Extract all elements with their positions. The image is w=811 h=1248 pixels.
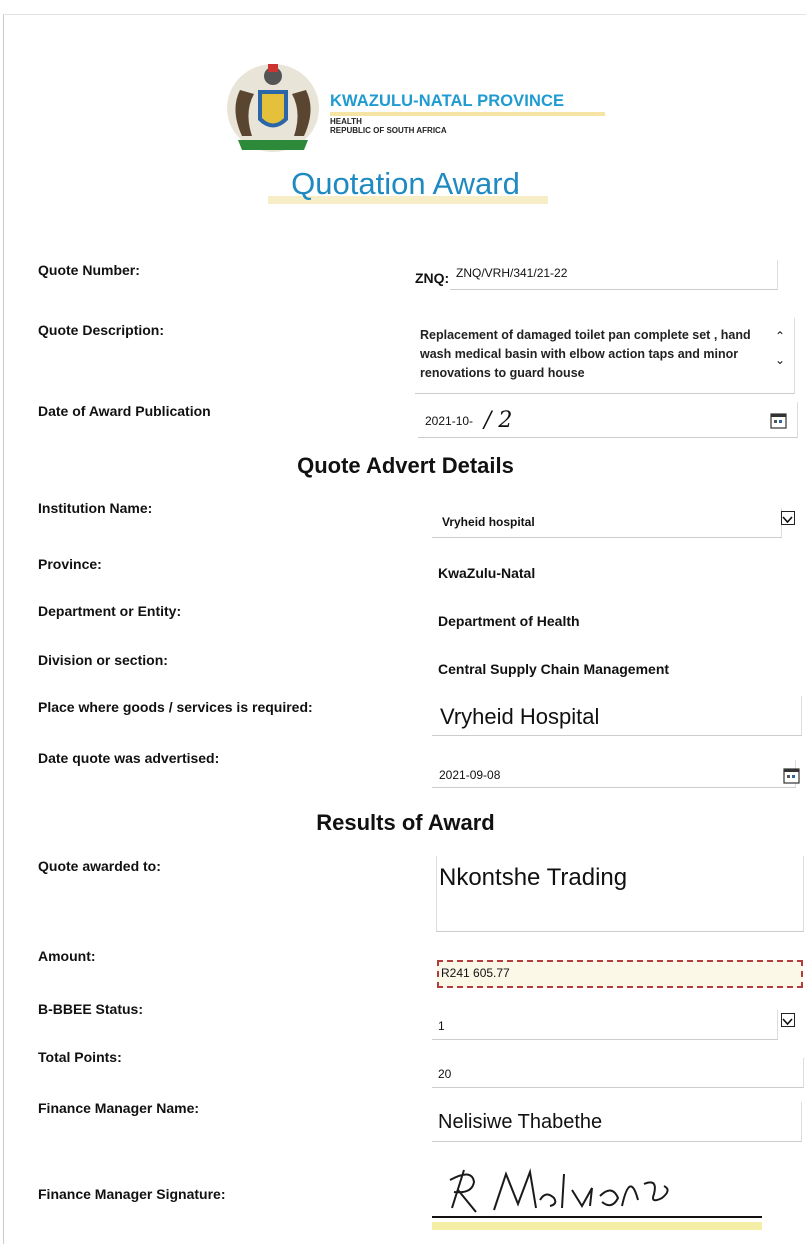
- province-title-underline: [330, 112, 605, 116]
- awarded-to-value: Nkontshe Trading: [439, 864, 628, 891]
- award-date-field[interactable]: 2021-10- / 2: [418, 402, 798, 438]
- awarded-to-field[interactable]: Nkontshe Trading: [436, 856, 804, 932]
- award-date-handwritten: / 2: [484, 408, 513, 433]
- finance-manager-name-label: Finance Manager Name:: [38, 1100, 200, 1116]
- results-heading: Results of Award: [316, 810, 495, 835]
- page-title: Quotation Award: [291, 166, 520, 201]
- award-date-value: 2021-10-: [425, 414, 474, 428]
- department-value: Department of Health: [438, 613, 580, 629]
- total-points-field[interactable]: 20: [432, 1058, 804, 1088]
- finance-manager-signature-label: Finance Manager Signature:: [38, 1186, 226, 1202]
- department-name: HEALTH: [330, 117, 362, 126]
- coat-of-arms-logo: [227, 64, 319, 152]
- institution-select[interactable]: Vryheid hospital: [432, 508, 782, 538]
- quote-description-label: Quote Description:: [38, 322, 165, 338]
- bbbee-label: B-BBEE Status:: [38, 1001, 144, 1017]
- finance-manager-name-field[interactable]: Nelisiwe Thabethe: [432, 1102, 802, 1142]
- bbbee-value: 1: [438, 1019, 445, 1033]
- signature-line: [432, 1216, 762, 1218]
- chevron-down-icon[interactable]: [781, 1013, 795, 1027]
- amount-value: R241 605.77: [441, 966, 510, 980]
- quote-number-label: Quote Number:: [38, 262, 140, 278]
- institution-label: Institution Name:: [38, 500, 153, 516]
- amount-label: Amount:: [38, 948, 96, 964]
- quote-number-field[interactable]: ZNQ/VRH/341/21-22: [450, 260, 778, 290]
- country-name: REPUBLIC OF SOUTH AFRICA: [330, 126, 447, 135]
- chevron-down-icon[interactable]: [781, 511, 795, 525]
- advert-details-heading: Quote Advert Details: [297, 453, 514, 478]
- place-label: Place where goods / services is required…: [38, 699, 313, 715]
- province-header: KWAZULU-NATAL PROVINCE HEALTH REPUBLIC O…: [330, 92, 605, 135]
- quote-description-value: Replacement of damaged toilet pan comple…: [420, 328, 751, 380]
- province-title: KWAZULU-NATAL PROVINCE: [330, 92, 565, 110]
- bbbee-select[interactable]: 1: [432, 1010, 778, 1040]
- description-scroll-arrows[interactable]: ⌃ ⌄: [775, 330, 789, 374]
- total-points-value: 20: [438, 1067, 452, 1081]
- division-label: Division or section:: [38, 652, 168, 668]
- finance-manager-name-value: Nelisiwe Thabethe: [438, 1111, 603, 1133]
- scroll-down-icon[interactable]: ⌄: [775, 354, 789, 366]
- scroll-up-icon[interactable]: ⌃: [775, 330, 789, 342]
- calendar-icon[interactable]: [770, 412, 787, 429]
- institution-value: Vryheid hospital: [442, 515, 535, 529]
- awarded-to-label: Quote awarded to:: [38, 858, 161, 874]
- award-date-label: Date of Award Publication: [38, 403, 211, 419]
- place-field[interactable]: Vryheid Hospital: [432, 696, 802, 736]
- division-value: Central Supply Chain Management: [438, 661, 670, 677]
- place-value: Vryheid Hospital: [440, 704, 600, 729]
- province-value: KwaZulu-Natal: [438, 565, 536, 581]
- advertised-date-value: 2021-09-08: [439, 768, 501, 782]
- signature-highlight: [432, 1222, 762, 1230]
- department-label: Department or Entity:: [38, 603, 182, 619]
- calendar-icon[interactable]: [783, 767, 800, 784]
- advertised-date-label: Date quote was advertised:: [38, 750, 220, 766]
- total-points-label: Total Points:: [38, 1049, 122, 1065]
- advertised-date-field[interactable]: 2021-09-08: [432, 760, 796, 788]
- quote-number-prefix: ZNQ:: [415, 270, 450, 286]
- province-label: Province:: [38, 556, 102, 572]
- quote-number-value: ZNQ/VRH/341/21-22: [456, 266, 568, 280]
- handwritten-signature: [449, 1168, 669, 1213]
- amount-field[interactable]: R241 605.77: [437, 960, 803, 988]
